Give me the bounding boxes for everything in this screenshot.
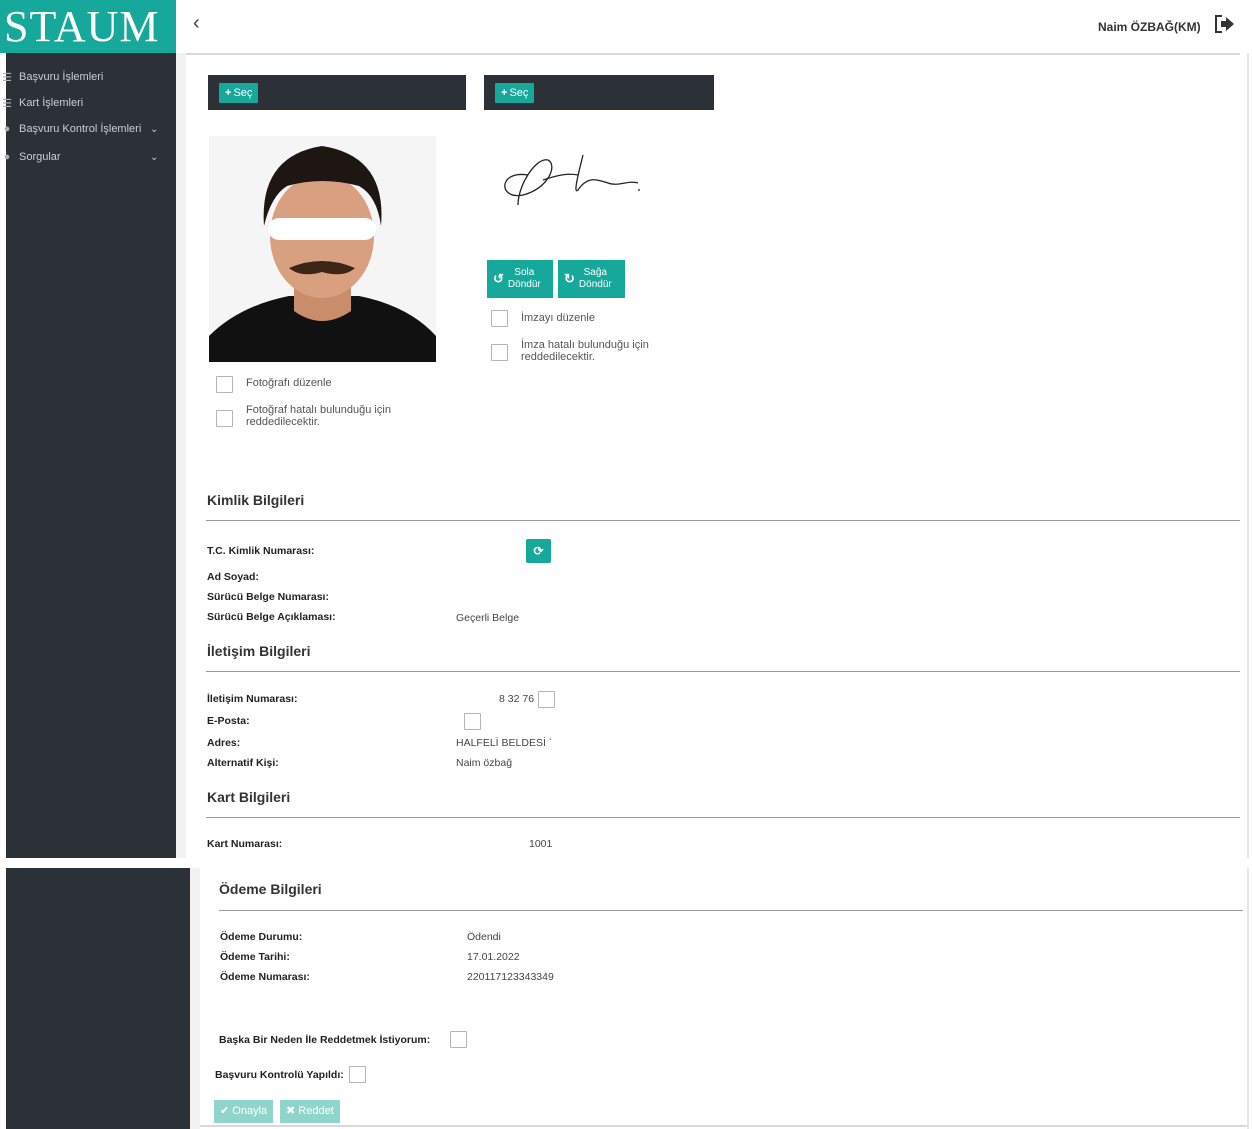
- rotate-right-button[interactable]: ↻ Sağa Döndür: [558, 260, 625, 298]
- name-label: Ad Soyad:: [207, 571, 259, 583]
- plus-icon: +: [225, 87, 232, 99]
- other-reason-label: Başka Bir Neden İle Reddetmek İstiyorum:: [219, 1034, 431, 1046]
- contact-section-title: İletişim Bilgileri: [207, 643, 311, 659]
- applicant-photo: [209, 136, 436, 362]
- address-value: HALFELİ BELDESİ `: [456, 737, 553, 749]
- sidebar-item-label: Sorgular: [19, 151, 61, 163]
- divider: [186, 53, 1240, 55]
- email-checkbox[interactable]: [464, 713, 481, 730]
- label-line: reddedilecektir.: [521, 351, 595, 363]
- list-icon: ☰: [2, 71, 12, 84]
- edit-photo-checkbox[interactable]: [216, 376, 233, 393]
- rotate-right-icon: ↻: [564, 271, 575, 286]
- payment-status-value: Ödendi: [467, 931, 501, 943]
- application-checked-checkbox[interactable]: [349, 1066, 366, 1083]
- check-circle-icon: ●: [3, 123, 11, 135]
- label-line: İmza hatalı bulunduğu için: [521, 339, 649, 351]
- reject-button[interactable]: ✖ Reddet: [280, 1100, 340, 1123]
- label-line: Fotoğraf hatalı bulunduğu için: [246, 404, 391, 416]
- check-circle-icon: ●: [3, 151, 11, 163]
- button-label: Döndür: [578, 279, 612, 290]
- top-bar: [176, 0, 1252, 53]
- sidebar-item-sorgular[interactable]: ● Sorgular ⌄: [0, 147, 159, 167]
- card-number-value: 1001: [529, 838, 553, 850]
- payment-section-title: Ödeme Bilgileri: [219, 881, 322, 897]
- phone-value: 8 32 76: [499, 693, 535, 705]
- edit-photo-label: Fotoğrafı düzenle: [246, 377, 332, 389]
- brand-logo[interactable]: STAUM: [0, 0, 176, 53]
- tc-label: T.C. Kimlik Numarası:: [207, 545, 315, 557]
- divider: [206, 671, 1240, 672]
- divider: [200, 1125, 1247, 1127]
- identity-section-title: Kimlik Bilgileri: [207, 492, 305, 508]
- button-label: Döndür: [507, 279, 541, 290]
- email-label: E-Posta:: [207, 715, 250, 727]
- sidebar-item-label: Başvuru Kontrol İşlemleri: [19, 123, 142, 135]
- content-edge: [176, 53, 186, 858]
- payment-status-label: Ödeme Durumu:: [220, 931, 303, 943]
- alternative-person-value: Naim özbağ: [456, 757, 513, 769]
- application-checked-label: Başvuru Kontrolü Yapıldı:: [215, 1069, 344, 1081]
- button-label: Sağa: [583, 267, 607, 278]
- button-label: Seç: [509, 87, 529, 99]
- edit-signature-checkbox[interactable]: [491, 310, 508, 327]
- sidebar-item-basvuru-islemleri[interactable]: ☰ Başvuru İşlemleri: [0, 67, 103, 87]
- chevron-down-icon: ⌄: [150, 151, 159, 163]
- payment-number-label: Ödeme Numarası:: [220, 971, 310, 983]
- card-section-title: Kart Bilgileri: [207, 789, 291, 805]
- reject-photo-label: Fotoğraf hatalı bulunduğu için reddedile…: [246, 404, 391, 428]
- edit-signature-label: İmzayı düzenle: [521, 312, 595, 324]
- button-label: Onayla: [232, 1105, 268, 1117]
- divider: [206, 817, 1240, 818]
- sidebar-item-basvuru-kontrol[interactable]: ● Başvuru Kontrol İşlemleri ⌄: [0, 119, 159, 139]
- applicant-signature: [504, 154, 640, 206]
- payment-date-value: 17.01.2022: [467, 951, 520, 963]
- divider: [219, 910, 1243, 911]
- user-name[interactable]: Naim ÖZBAĞ(KM): [1098, 20, 1201, 34]
- license-description-value: Geçerli Belge: [456, 612, 520, 624]
- rotate-left-icon: ↺: [493, 271, 504, 286]
- sidebar-item-label: Başvuru İşlemleri: [19, 71, 104, 83]
- phone-label: İletişim Numarası:: [207, 693, 298, 705]
- logout-icon[interactable]: [1213, 14, 1235, 34]
- payment-number-value: 220117123343349: [467, 971, 554, 983]
- refresh-button[interactable]: ⟳: [526, 539, 551, 563]
- divider: [1247, 868, 1249, 1129]
- card-number-label: Kart Numarası:: [207, 838, 283, 850]
- sidebar: [6, 868, 190, 1129]
- address-label: Adres:: [207, 737, 241, 749]
- divider: [206, 520, 1240, 521]
- sidebar-item-kart-islemleri[interactable]: ☰ Kart İşlemleri: [0, 93, 83, 113]
- label-line: reddedilecektir.: [246, 416, 320, 428]
- plus-icon: +: [501, 87, 508, 99]
- reject-photo-checkbox[interactable]: [216, 410, 233, 427]
- payment-date-label: Ödeme Tarihi:: [220, 951, 290, 963]
- license-number-label: Sürücü Belge Numarası:: [207, 591, 329, 603]
- button-label: Reddet: [298, 1105, 334, 1117]
- license-description-label: Sürücü Belge Açıklaması:: [207, 611, 336, 623]
- phone-checkbox[interactable]: [538, 691, 555, 708]
- chevron-left-icon[interactable]: ‹: [193, 12, 200, 35]
- chevron-down-icon: ⌄: [150, 123, 159, 135]
- rotate-left-button[interactable]: ↺ Sola Döndür: [487, 260, 553, 298]
- other-reason-checkbox[interactable]: [450, 1031, 467, 1048]
- reject-signature-checkbox[interactable]: [491, 344, 508, 361]
- sidebar: [6, 53, 176, 858]
- close-icon: ✖: [286, 1105, 296, 1117]
- content-edge: [190, 868, 200, 1129]
- alternative-person-label: Alternatif Kişi:: [207, 757, 279, 769]
- button-label: Seç: [233, 87, 253, 99]
- reject-signature-label: İmza hatalı bulunduğu için reddedilecekt…: [521, 339, 649, 363]
- list-icon: ☰: [2, 97, 12, 110]
- refresh-icon: ⟳: [533, 544, 544, 558]
- sidebar-item-label: Kart İşlemleri: [19, 97, 84, 109]
- divider: [1247, 53, 1249, 858]
- signature-select-button[interactable]: + Seç: [495, 83, 535, 103]
- photo-select-button[interactable]: + Seç: [219, 83, 259, 103]
- button-label: Sola: [514, 267, 535, 278]
- approve-button[interactable]: ✔ Onayla: [214, 1100, 274, 1123]
- check-icon: ✔: [220, 1105, 230, 1117]
